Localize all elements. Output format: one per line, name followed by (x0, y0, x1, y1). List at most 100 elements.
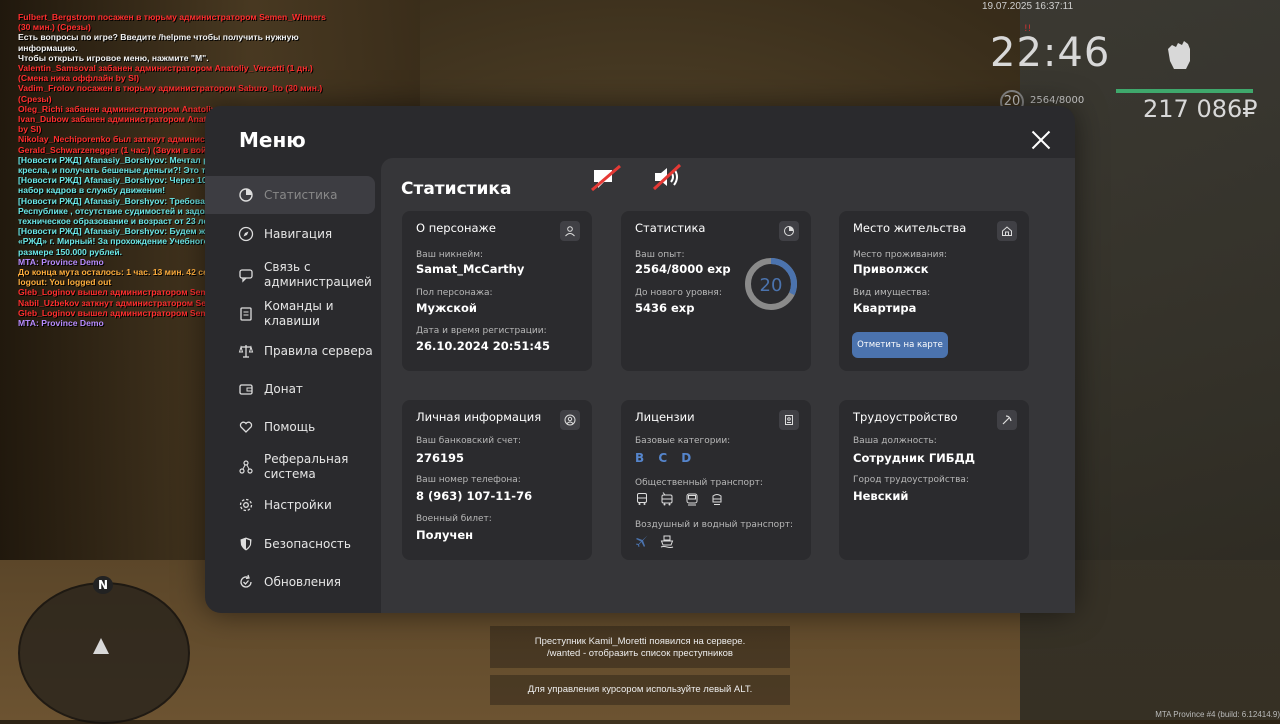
card-stats: Статистика Ваш опыт: 2564/8000 exp До но… (621, 211, 811, 371)
reg-label: Дата и время регистрации: (416, 326, 547, 336)
sidebar-item-label: Правила сервера (264, 344, 373, 358)
trolleybus-icon (659, 491, 674, 506)
notice-line: Преступник Kamil_Moretti появился на сер… (534, 636, 746, 647)
sidebar-item-updates[interactable]: Обновления (205, 574, 375, 590)
card-title: Место жительства (853, 221, 967, 235)
level-ring: 20 (745, 258, 797, 310)
pickaxe-icon (997, 410, 1017, 430)
sidebar-item-contact[interactable]: Связь с администрацией (205, 258, 375, 292)
sidebar-item-label: Обновления (264, 575, 342, 589)
hud-clock: 22:46 (990, 30, 1111, 76)
user-icon (560, 221, 580, 241)
reg-value: 26.10.2024 20:51:45 (416, 339, 550, 353)
property-value: Квартира (853, 301, 917, 315)
position-value: Сотрудник ГИБДД (853, 451, 976, 465)
gender-value: Мужской (416, 301, 477, 315)
phone-label: Ваш номер телефона: (416, 475, 521, 485)
hud-health-bar (1116, 89, 1253, 93)
tram-icon (684, 491, 699, 506)
card-licenses: Лицензии Базовые категории: B C D Общест… (621, 400, 811, 560)
sidebar-item-label: Навигация (264, 227, 333, 241)
shield-icon (238, 536, 254, 552)
sidebar-item-label: Безопасность (264, 537, 351, 551)
wallet-icon (238, 381, 254, 397)
place-value: Приволжск (853, 262, 929, 276)
bank-label: Ваш банковский счет: (416, 436, 522, 446)
sidebar-item-label: Статистика (264, 188, 338, 202)
train-icon (709, 491, 724, 506)
player-arrow-icon (93, 638, 109, 654)
chart-icon (238, 187, 254, 203)
card-residence: Место жительства Место проживания: Приво… (839, 211, 1029, 371)
mic-muted-icon[interactable] (590, 164, 622, 192)
card-title: О персонаже (416, 221, 496, 235)
air-water-icons (634, 533, 674, 548)
card-title: Личная информация (416, 410, 542, 424)
card-title: Трудоустройство (853, 410, 958, 424)
sidebar-item-rules[interactable]: Правила сервера (205, 343, 375, 359)
close-icon[interactable] (1027, 126, 1055, 154)
sidebar-item-label: Реферальная система (264, 452, 349, 481)
heart-hand-icon (238, 419, 254, 435)
user-circle-icon (560, 410, 580, 430)
phone-value: 8 (963) 107-11-76 (416, 489, 533, 503)
public-transport-icons (634, 491, 724, 506)
sidebar-item-donate[interactable]: Донат (205, 381, 375, 397)
card-personal: Личная информация Ваш банковский счет: 2… (402, 400, 592, 560)
sound-muted-icon[interactable] (652, 163, 682, 191)
gender-label: Пол персонажа: (416, 288, 493, 298)
hud-money: 217 086₽ (1143, 95, 1258, 123)
gear-icon (238, 497, 254, 513)
position-label: Ваша должность: (853, 436, 937, 446)
content-title: Статистика (401, 179, 512, 199)
boat-icon (659, 533, 674, 548)
air-water-label: Воздушный и водный транспорт: (635, 520, 794, 530)
chat-line: Есть вопросы по игре? Введите /helpme чт… (18, 32, 299, 53)
sidebar-item-settings[interactable]: Настройки (205, 497, 375, 513)
place-label: Место проживания: (853, 250, 947, 260)
sidebar-item-label: Команды и клавиши (264, 299, 334, 328)
property-label: Вид имущества: (853, 288, 931, 298)
card-title: Статистика (635, 221, 706, 235)
job-city-label: Город трудоустройства: (853, 475, 969, 485)
base-categories-label: Базовые категории: (635, 436, 731, 446)
license-categories: B C D (635, 451, 697, 465)
network-icon (238, 459, 254, 475)
sidebar-item-label: Помощь (264, 420, 316, 434)
chat-line: Vadim_Frolov посажен в тюрьму администра… (18, 83, 323, 104)
sidebar-item-referral[interactable]: Реферальная система (205, 450, 375, 484)
chat-line: Fulbert_Bergstrom посажен в тюрьму админ… (18, 12, 326, 33)
home-icon (997, 221, 1017, 241)
nick-value: Samat_McCarthy (416, 262, 525, 276)
military-label: Военный билет: (416, 514, 492, 524)
scales-icon (238, 343, 254, 359)
card-title: Лицензии (635, 410, 695, 424)
sidebar-item-security[interactable]: Безопасность (205, 536, 375, 552)
sidebar-item-navigation[interactable]: Навигация (205, 226, 375, 242)
sidebar-item-help[interactable]: Помощь (205, 419, 375, 435)
pie-chart-icon (779, 221, 799, 241)
sidebar-item-commands[interactable]: Команды и клавиши (205, 297, 375, 331)
level-value: 20 (760, 275, 783, 296)
cursor-hint: Для управления курсором используйте левы… (490, 675, 790, 705)
chat-line: Чтобы открыть игровое меню, нажмите "M". (18, 52, 209, 63)
hud-datetime: 19.07.2025 16:37:11 (982, 1, 1074, 12)
build-info: MTA Province #4 (build: 6.12414.9) (1155, 710, 1280, 719)
exp-value: 2564/8000 exp (635, 262, 731, 276)
nick-label: Ваш никнейм: (416, 250, 484, 260)
minimap-north: N (93, 576, 113, 594)
exp-label: Ваш опыт: (635, 250, 685, 260)
bus-icon (634, 491, 649, 506)
airplane-icon (634, 533, 649, 548)
wanted-notice: Преступник Kamil_Moretti появился на сер… (490, 626, 790, 668)
sidebar-item-label: Связь с администрацией (264, 260, 372, 289)
hud-exp: 2564/8000 (1030, 95, 1085, 106)
mark-on-map-button[interactable]: Отметить на карте (852, 332, 948, 358)
card-job: Трудоустройство Ваша должность: Сотрудни… (839, 400, 1029, 560)
sidebar-item-label: Донат (264, 382, 303, 396)
sidebar-item-label: Настройки (264, 498, 332, 512)
sidebar-item-statistics[interactable]: Статистика (205, 176, 375, 214)
job-city-value: Невский (853, 489, 909, 503)
chat-icon (238, 267, 254, 283)
menu-title: Меню (239, 128, 306, 152)
